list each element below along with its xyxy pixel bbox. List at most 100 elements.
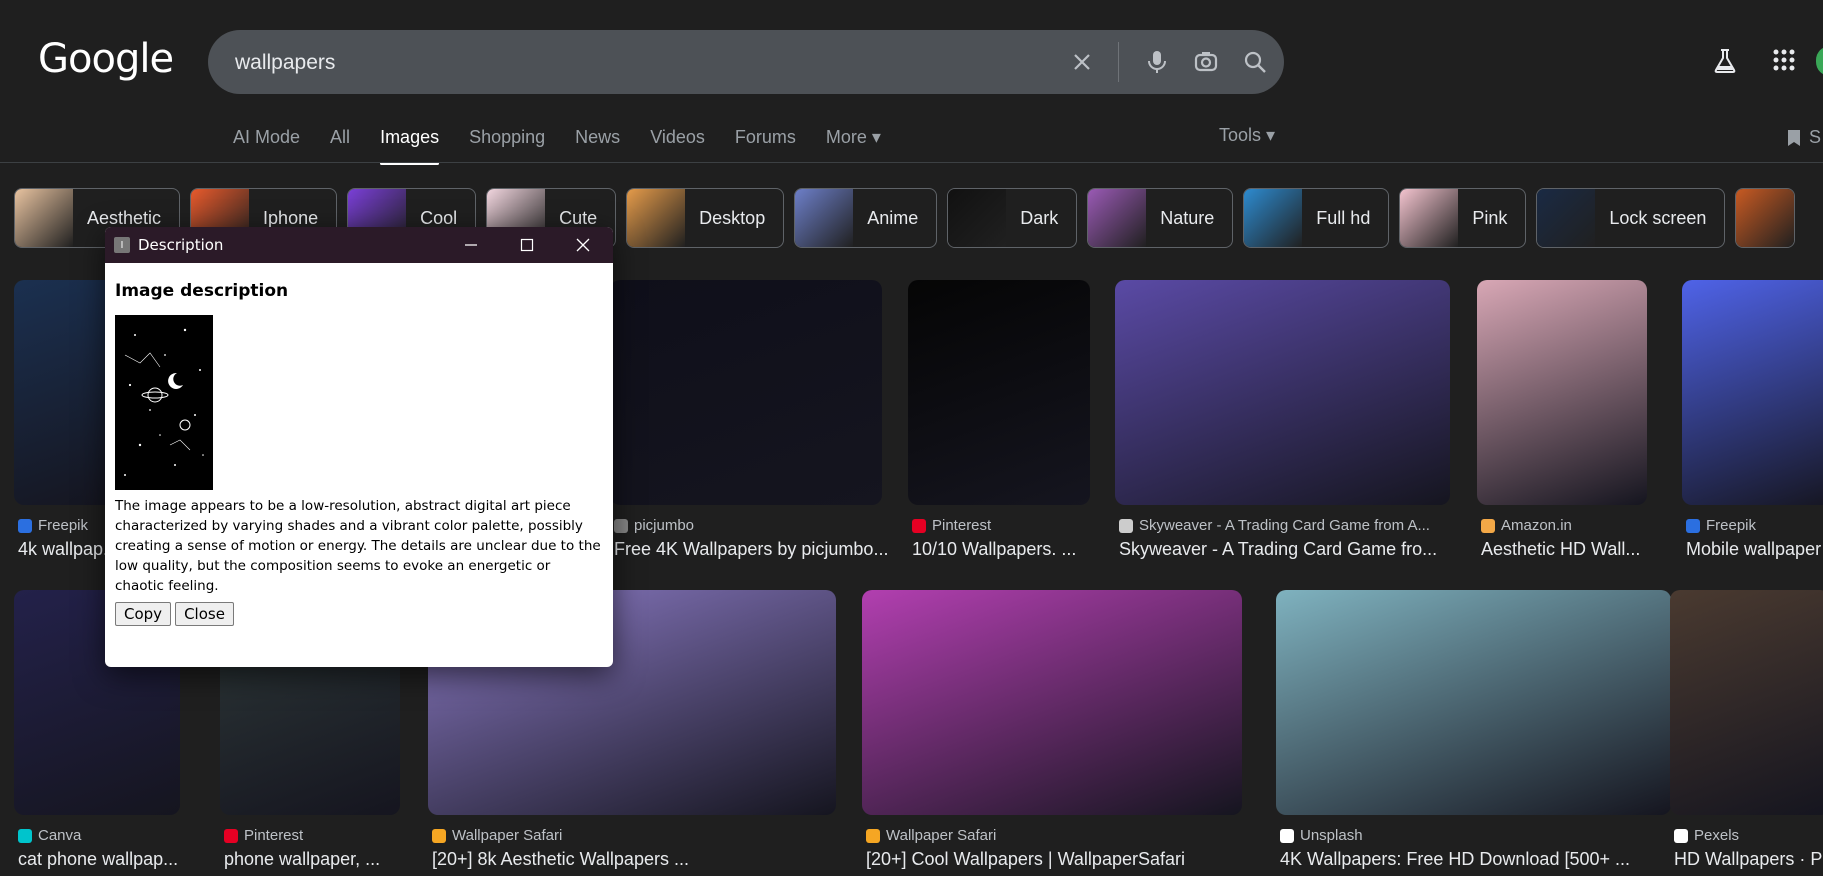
result-source[interactable]: Amazon.in — [1481, 517, 1691, 534]
saved-label: S — [1809, 127, 1822, 147]
tools-button[interactable]: Tools ▾ — [1219, 125, 1275, 146]
chip-label: Anime — [867, 207, 919, 228]
chip-pink[interactable]: Pink — [1399, 188, 1527, 248]
source-favicon-icon — [614, 518, 628, 533]
source-name: Wallpaper Safari — [886, 827, 997, 844]
chip-full-hd[interactable]: Full hd — [1243, 188, 1390, 248]
labs-flask-icon[interactable] — [1712, 48, 1738, 79]
source-name: Canva — [38, 827, 82, 844]
description-text: The image appears to be a low-resolution… — [115, 498, 601, 594]
tab-more[interactable]: More ▾ — [826, 125, 881, 155]
result-image[interactable] — [908, 280, 1090, 505]
app-icon: I — [114, 237, 130, 253]
source-favicon-icon — [1119, 518, 1133, 533]
result-image[interactable] — [1115, 280, 1450, 505]
chip-nature[interactable]: Nature — [1087, 188, 1234, 248]
source-favicon-icon — [1280, 828, 1294, 843]
result-source[interactable]: Freepik — [1686, 517, 1823, 534]
tab-shopping[interactable]: Shopping — [469, 125, 545, 155]
result-source[interactable]: Pinterest — [912, 517, 1134, 534]
result-source[interactable]: picjumbo — [614, 517, 926, 534]
google-logo[interactable]: Google — [38, 36, 174, 82]
source-name: picjumbo — [634, 517, 695, 534]
chip-label: Pink — [1472, 207, 1508, 228]
saved-button[interactable]: S — [1785, 127, 1821, 148]
chip-label: Aesthetic — [87, 207, 162, 228]
result-source[interactable]: Pexels — [1674, 827, 1823, 844]
description-dialog: I Description Image description The imag… — [105, 227, 613, 667]
search-bar[interactable] — [208, 30, 1284, 96]
result-source[interactable]: Canva — [18, 827, 224, 844]
source-favicon-icon — [432, 828, 446, 843]
chip-desktop[interactable]: Desktop — [626, 188, 785, 248]
result-title[interactable]: Skyweaver - A Trading Card Game fro... — [1119, 539, 1484, 560]
chip-thumbnail — [1400, 189, 1459, 247]
microphone-icon[interactable] — [1143, 48, 1171, 76]
chip-thumbnail — [948, 189, 1007, 247]
source-name: Pinterest — [932, 517, 992, 534]
result-title[interactable]: Aesthetic HD Wall... — [1481, 539, 1681, 560]
result-title[interactable]: [20+] Cool Wallpapers | WallpaperSafari — [866, 849, 1276, 870]
copy-button[interactable]: Copy — [115, 602, 172, 626]
result-title[interactable]: phone wallpaper, ... — [224, 849, 434, 870]
result-title[interactable]: 4K Wallpapers: Free HD Download [500+ ..… — [1280, 849, 1705, 870]
chip-thumbnail — [1088, 189, 1147, 247]
result-image[interactable] — [862, 590, 1242, 815]
result-image[interactable] — [1670, 590, 1823, 815]
result-image[interactable] — [610, 280, 882, 505]
search-input[interactable] — [233, 30, 1057, 96]
apps-grid-icon[interactable] — [1772, 48, 1796, 77]
close-icon[interactable] — [1068, 48, 1096, 76]
chip-label: Full hd — [1316, 207, 1371, 228]
tab-images[interactable]: Images — [380, 125, 440, 165]
chip-anime[interactable]: Anime — [794, 188, 938, 248]
chip-label: Lock screen — [1609, 207, 1707, 228]
chip-label: Desktop — [699, 207, 766, 228]
lens-icon[interactable] — [1192, 48, 1220, 76]
result-source[interactable]: Pinterest — [224, 827, 444, 844]
tab-videos[interactable]: Videos — [650, 125, 705, 155]
chip-lock-screen[interactable]: Lock screen — [1536, 188, 1726, 248]
dialog-heading: Image description — [115, 281, 289, 301]
result-source[interactable]: Unsplash — [1280, 827, 1715, 844]
tab-ai-mode[interactable]: AI Mode — [233, 125, 300, 155]
result-image[interactable] — [1276, 590, 1671, 815]
chip-thumbnail — [795, 189, 854, 247]
chip-thumbnail — [1537, 189, 1596, 247]
bookmark-icon — [1788, 129, 1800, 146]
result-title[interactable]: HD Wallpapers · P — [1674, 849, 1823, 870]
search-icon[interactable] — [1241, 48, 1269, 76]
maximize-icon[interactable] — [499, 227, 555, 263]
chip-dark[interactable]: Dark — [947, 188, 1078, 248]
source-favicon-icon — [866, 828, 880, 843]
result-source[interactable]: Wallpaper Safari — [866, 827, 1286, 844]
tab-forums[interactable]: Forums — [735, 125, 796, 155]
chip-more[interactable] — [1735, 188, 1796, 248]
close-icon[interactable] — [555, 227, 611, 263]
source-favicon-icon — [1686, 518, 1700, 533]
result-title[interactable]: cat phone wallpap... — [18, 849, 214, 870]
result-title[interactable]: Free 4K Wallpapers by picjumbo... — [614, 539, 916, 560]
source-favicon-icon — [224, 828, 238, 843]
result-source[interactable]: Wallpaper Safari — [432, 827, 880, 844]
dialog-titlebar[interactable]: I Description — [105, 227, 613, 263]
minimize-icon[interactable] — [443, 227, 499, 263]
source-name: Freepik — [1706, 517, 1757, 534]
chip-label: Iphone — [263, 207, 319, 228]
chip-label: Nature — [1160, 207, 1215, 228]
close-button[interactable]: Close — [175, 602, 234, 626]
source-favicon-icon — [18, 518, 32, 533]
tab-all[interactable]: All — [330, 125, 350, 155]
result-source[interactable]: Skyweaver - A Trading Card Game from A..… — [1119, 517, 1494, 534]
result-title[interactable]: Mobile wallpaper — [1686, 539, 1823, 560]
result-title[interactable]: [20+] 8k Aesthetic Wallpapers ... — [432, 849, 870, 870]
source-name: Pexels — [1694, 827, 1740, 844]
source-name: Pinterest — [244, 827, 304, 844]
result-image[interactable] — [1477, 280, 1647, 505]
result-image[interactable] — [1682, 280, 1823, 505]
result-title[interactable]: 10/10 Wallpapers. ... — [912, 539, 1124, 560]
avatar[interactable] — [1816, 46, 1823, 76]
header-divider — [0, 162, 1823, 163]
chip-thumbnail — [627, 189, 686, 247]
tab-news[interactable]: News — [575, 125, 620, 155]
